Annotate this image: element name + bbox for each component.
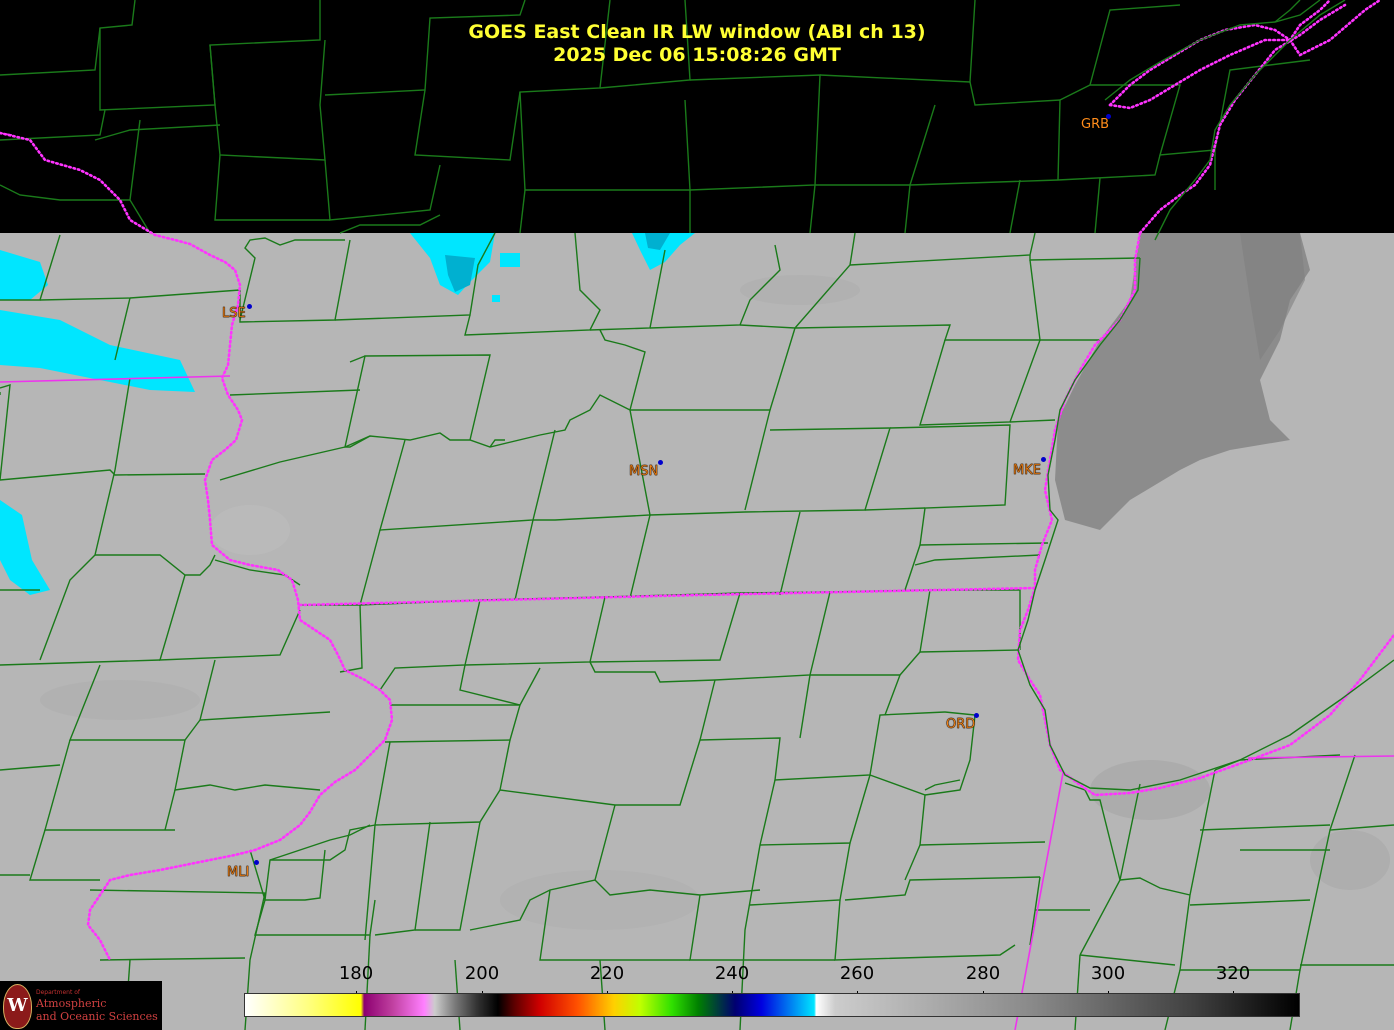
station-label: MSN <box>629 464 659 479</box>
station-marker <box>254 860 259 865</box>
station-marker <box>658 460 663 465</box>
satellite-image: GOES East Clean IR LW window (ABI ch 13)… <box>0 0 1394 1030</box>
station-marker <box>247 304 252 309</box>
ir-map <box>0 0 1394 1030</box>
station-label: MLI <box>227 865 250 880</box>
logo-oceanic: and Oceanic Sciences <box>36 1010 158 1023</box>
station-label: GRB <box>1081 117 1110 132</box>
uw-crest-icon: W <box>3 984 32 1029</box>
image-timestamp: 2025 Dec 06 15:08:26 GMT <box>553 44 841 66</box>
colorbar-tick: 300 <box>1090 963 1126 984</box>
colorbar-tick: 200 <box>464 963 500 984</box>
station-label: LSE <box>222 306 246 321</box>
logo-atmospheric: Atmospheric <box>36 997 107 1010</box>
image-title: GOES East Clean IR LW window (ABI ch 13) <box>468 21 926 43</box>
temperature-colorbar <box>244 993 1300 1017</box>
station-label: MKE <box>1013 463 1041 478</box>
station-label: ORD <box>946 717 976 732</box>
aos-logo: W Department of Atmospheric and Oceanic … <box>0 981 162 1030</box>
logo-department: Department of <box>36 989 80 996</box>
colorbar-tick: 220 <box>589 963 625 984</box>
colorbar-tick: 180 <box>338 963 374 984</box>
colorbar-tick: 280 <box>965 963 1001 984</box>
station-marker <box>1041 457 1046 462</box>
colorbar-tick: 260 <box>839 963 875 984</box>
colorbar-tick: 320 <box>1215 963 1251 984</box>
colorbar-tick: 240 <box>714 963 750 984</box>
